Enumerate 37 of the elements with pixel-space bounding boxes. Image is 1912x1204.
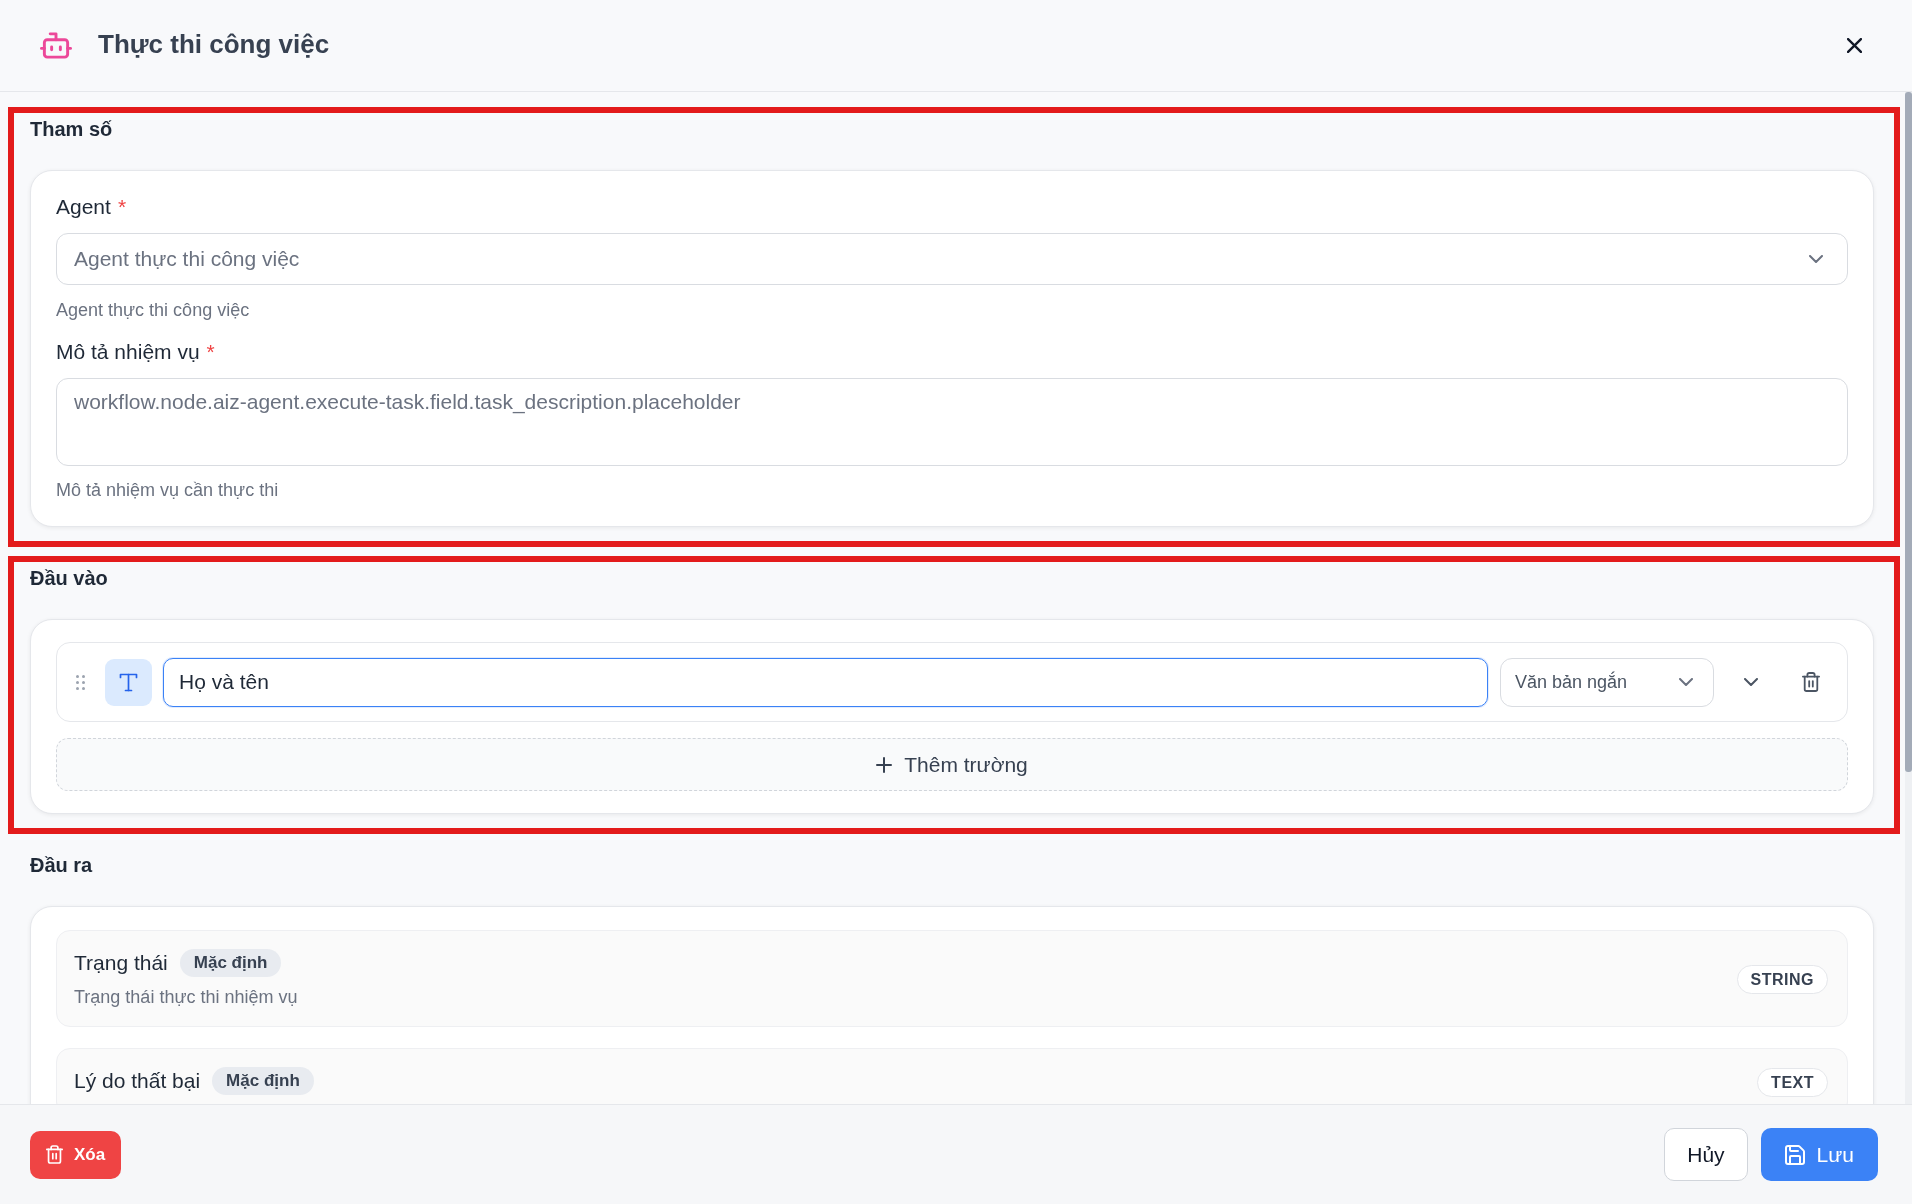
field-help-text: Mô tả nhiệm vụ cần thực thi bbox=[56, 479, 280, 501]
trash-icon[interactable] bbox=[1802, 672, 1820, 692]
drag-handle-icon[interactable] bbox=[76, 674, 85, 690]
output-name: Lý do thất bại bbox=[74, 1068, 201, 1094]
trash-icon bbox=[46, 1145, 63, 1164]
section-title: Đầu ra bbox=[30, 853, 94, 877]
text-type-icon bbox=[105, 658, 152, 706]
chevron-down-icon[interactable] bbox=[1744, 678, 1758, 686]
output-description: Trạng thái thực thi nhiệm vụ bbox=[74, 986, 298, 1008]
field-label: Mô tả nhiệm vụ bbox=[56, 340, 200, 364]
save-button[interactable]: Lưu bbox=[1760, 1128, 1878, 1181]
type-badge: STRING bbox=[1736, 964, 1828, 994]
chevron-down-icon bbox=[1679, 678, 1693, 686]
field-label: Agent bbox=[56, 195, 111, 219]
robot-icon bbox=[40, 32, 72, 59]
section-title: Tham số bbox=[30, 117, 114, 141]
cancel-button[interactable]: Hủy bbox=[1664, 1128, 1748, 1181]
section-title: Đầu vào bbox=[30, 566, 109, 590]
save-icon bbox=[1784, 1144, 1805, 1165]
dialog-title: Thực thi công việc bbox=[98, 28, 330, 60]
field-help-text: Agent thực thi công việc bbox=[56, 299, 251, 321]
close-icon[interactable] bbox=[1847, 38, 1862, 53]
output-name: Trạng thái bbox=[74, 950, 168, 976]
plus-icon bbox=[876, 756, 893, 773]
chevron-down-icon bbox=[1809, 255, 1823, 263]
dropdown-field[interactable]: Agent thực thi công việc bbox=[56, 233, 1848, 285]
required-mark: * bbox=[206, 340, 215, 364]
required-mark: * bbox=[117, 195, 127, 219]
type-badge: TEXT bbox=[1757, 1068, 1828, 1097]
dropdown-field[interactable]: Văn bản ngắn bbox=[1500, 657, 1714, 707]
delete-button[interactable]: Xóa bbox=[30, 1130, 122, 1179]
default-badge: Mặc định bbox=[212, 1067, 314, 1095]
add-field-button[interactable]: Thêm trường bbox=[56, 738, 1848, 791]
text-input[interactable]: Họ và tên bbox=[163, 657, 1488, 707]
textarea-field[interactable]: workflow.node.aiz-agent.execute-task.field.task_description.placeholder bbox=[56, 378, 1848, 466]
default-badge: Mặc định bbox=[179, 949, 282, 977]
scrollbar-thumb[interactable] bbox=[1905, 92, 1912, 772]
